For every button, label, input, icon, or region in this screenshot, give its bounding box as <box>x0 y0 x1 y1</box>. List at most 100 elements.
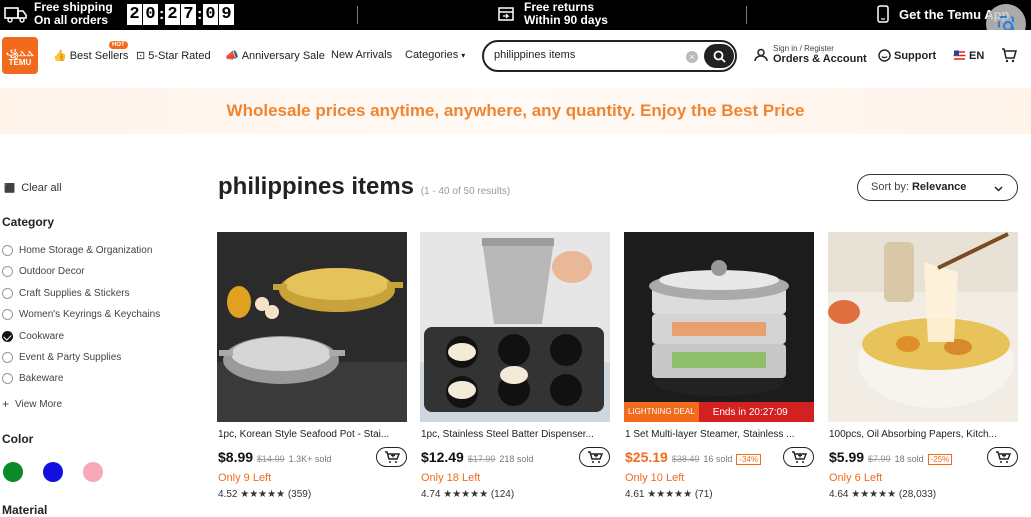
category-option[interactable]: Women's Keyrings & Keychains <box>2 309 160 320</box>
radio-button[interactable] <box>2 266 13 277</box>
category-option[interactable]: Craft Supplies & Stickers <box>2 288 130 299</box>
category-label: Cookware <box>19 331 65 342</box>
add-to-cart-button[interactable] <box>783 447 814 467</box>
timer-digit: 9 <box>219 4 234 25</box>
clear-search-icon[interactable]: × <box>686 51 698 63</box>
promo-topbar: Free shipping On all orders 2 0 : 2 7 : … <box>0 0 1031 30</box>
product-name[interactable]: 1pc, Korean Style Seafood Pot - Stai... <box>218 429 408 440</box>
product-image[interactable] <box>420 232 610 422</box>
category-label: Craft Supplies & Stickers <box>19 288 130 299</box>
product-sold-count: 1.3K+ sold <box>288 454 332 464</box>
anniversary-label: Anniversary Sale <box>241 49 325 62</box>
category-option[interactable]: Home Storage & Organization <box>2 245 152 256</box>
product-sold-count: 218 sold <box>499 454 534 464</box>
clear-all-button[interactable]: ⬛ Clear all <box>4 182 62 194</box>
plus-icon: + <box>2 397 10 411</box>
search-term-heading: philippines items <box>218 173 415 200</box>
timer-digit: 0 <box>203 4 218 25</box>
cart-plus-icon <box>791 450 807 463</box>
nav-categories[interactable]: Categories ▾ <box>405 49 465 61</box>
lightning-deal-tag: LIGHTNING DEAL <box>624 402 699 422</box>
free-shipping-promo[interactable]: Free shipping On all orders <box>4 1 113 27</box>
category-label: Outdoor Decor <box>19 266 85 277</box>
product-price: $12.49 <box>421 449 464 465</box>
color-swatch-pink[interactable] <box>83 462 103 482</box>
timer-digit: 7 <box>181 4 196 25</box>
view-more-link[interactable]: + View More <box>2 397 62 411</box>
radio-button[interactable] <box>2 309 13 320</box>
radio-button[interactable] <box>2 288 13 299</box>
product-sold-count: 18 sold <box>894 454 924 464</box>
product-rating: 4.74 ★★★★★ (124) <box>421 489 515 500</box>
product-image[interactable]: LIGHTNING DEAL Ends in 20:27:09 <box>624 232 814 422</box>
product-image[interactable] <box>217 232 407 422</box>
main-nav: ꧁ⲆⲆ TEMU 👍 Best Sellers HOT ⊡ 5-Star Rat… <box>0 30 1031 82</box>
product-name[interactable]: 1 Set Multi-layer Steamer, Stainless ... <box>625 429 815 440</box>
megaphone-icon: 📣 <box>225 50 239 62</box>
product-old-price: $7.99 <box>868 454 891 464</box>
search-box[interactable]: philippines items × <box>482 40 737 72</box>
radio-button-checked[interactable] <box>2 331 13 342</box>
lang-label: EN <box>969 49 985 62</box>
search-input[interactable]: philippines items <box>494 49 575 61</box>
category-option[interactable]: Event & Party Supplies <box>2 352 121 363</box>
promo-banner[interactable]: Wholesale prices anytime, anywhere, any … <box>0 88 1031 134</box>
product-rating: 4.61 ★★★★★ (71) <box>625 489 713 500</box>
product-rating: 4.64 ★★★★★ (28,033) <box>829 489 937 500</box>
results-count: (1 - 40 of 50 results) <box>420 186 511 197</box>
stock-left: Only 9 Left <box>218 472 272 484</box>
best-sellers-label: Best Sellers <box>69 49 129 62</box>
product-image[interactable] <box>828 232 1018 422</box>
product-price-row: $25.19 $38.49 16 sold -34% <box>625 449 762 465</box>
category-option-selected[interactable]: Cookware <box>2 331 64 342</box>
divider <box>357 6 358 24</box>
search-button[interactable] <box>704 44 734 68</box>
product-name[interactable]: 100pcs, Oil Absorbing Papers, Kitch... <box>829 429 1019 440</box>
nav-anniversary-sale[interactable]: 📣 Anniversary Sale <box>225 49 325 63</box>
temu-logo[interactable]: ꧁ⲆⲆ TEMU <box>2 37 38 74</box>
product-sold-count: 16 sold <box>703 454 733 464</box>
color-swatch-blue[interactable] <box>43 462 63 482</box>
category-option[interactable]: Bakeware <box>2 373 63 384</box>
nav-new-arrivals[interactable]: New Arrivals <box>331 49 392 61</box>
color-heading: Color <box>2 432 34 446</box>
discount-badge: -25% <box>927 454 953 465</box>
timer-digit: 2 <box>127 4 142 25</box>
free-returns-promo[interactable]: Free returns Within 90 days <box>498 1 608 27</box>
radio-button[interactable] <box>2 245 13 256</box>
language-selector[interactable]: EN <box>953 49 984 62</box>
divider <box>746 6 747 24</box>
logo-line2: TEMU <box>8 58 32 67</box>
stock-left: Only 18 Left <box>421 472 481 484</box>
category-label: Bakeware <box>19 373 64 384</box>
add-to-cart-button[interactable] <box>376 447 407 467</box>
stock-left: Only 6 Left <box>829 472 883 484</box>
sort-dropdown[interactable]: Sort by: Relevance <box>857 174 1018 201</box>
support-link[interactable]: Support <box>878 49 936 62</box>
user-icon <box>754 48 768 61</box>
thumbs-up-icon: 👍 <box>53 50 67 62</box>
product-name[interactable]: 1pc, Stainless Steel Batter Dispenser... <box>421 429 611 440</box>
color-swatch-green[interactable] <box>3 462 23 482</box>
product-price: $5.99 <box>829 449 865 465</box>
product-old-price: $14.99 <box>257 454 285 464</box>
us-flag-icon <box>953 49 966 62</box>
search-icon <box>713 50 726 63</box>
add-to-cart-button[interactable] <box>579 447 610 467</box>
product-card[interactable]: 100pcs, Oil Absorbing Papers, Kitch... $… <box>828 232 1018 510</box>
lightning-deal-bar: LIGHTNING DEAL Ends in 20:27:09 <box>624 402 814 422</box>
return-box-icon <box>498 7 514 21</box>
nav-best-sellers[interactable]: 👍 Best Sellers <box>53 49 129 63</box>
discount-badge: -34% <box>736 454 762 465</box>
radio-button[interactable] <box>2 352 13 363</box>
account-menu[interactable]: Sign in / Register Orders & Account <box>754 44 867 65</box>
radio-button[interactable] <box>2 373 13 384</box>
product-card[interactable]: 1pc, Korean Style Seafood Pot - Stai... … <box>217 232 407 510</box>
truck-icon <box>4 7 27 23</box>
product-card[interactable]: 1pc, Stainless Steel Batter Dispenser...… <box>420 232 610 510</box>
add-to-cart-button[interactable] <box>987 447 1018 467</box>
nav-five-star[interactable]: ⊡ 5-Star Rated <box>136 49 211 63</box>
product-card[interactable]: LIGHTNING DEAL Ends in 20:27:09 1 Set Mu… <box>624 232 814 510</box>
category-option[interactable]: Outdoor Decor <box>2 266 85 277</box>
cart-button[interactable] <box>1001 47 1017 63</box>
